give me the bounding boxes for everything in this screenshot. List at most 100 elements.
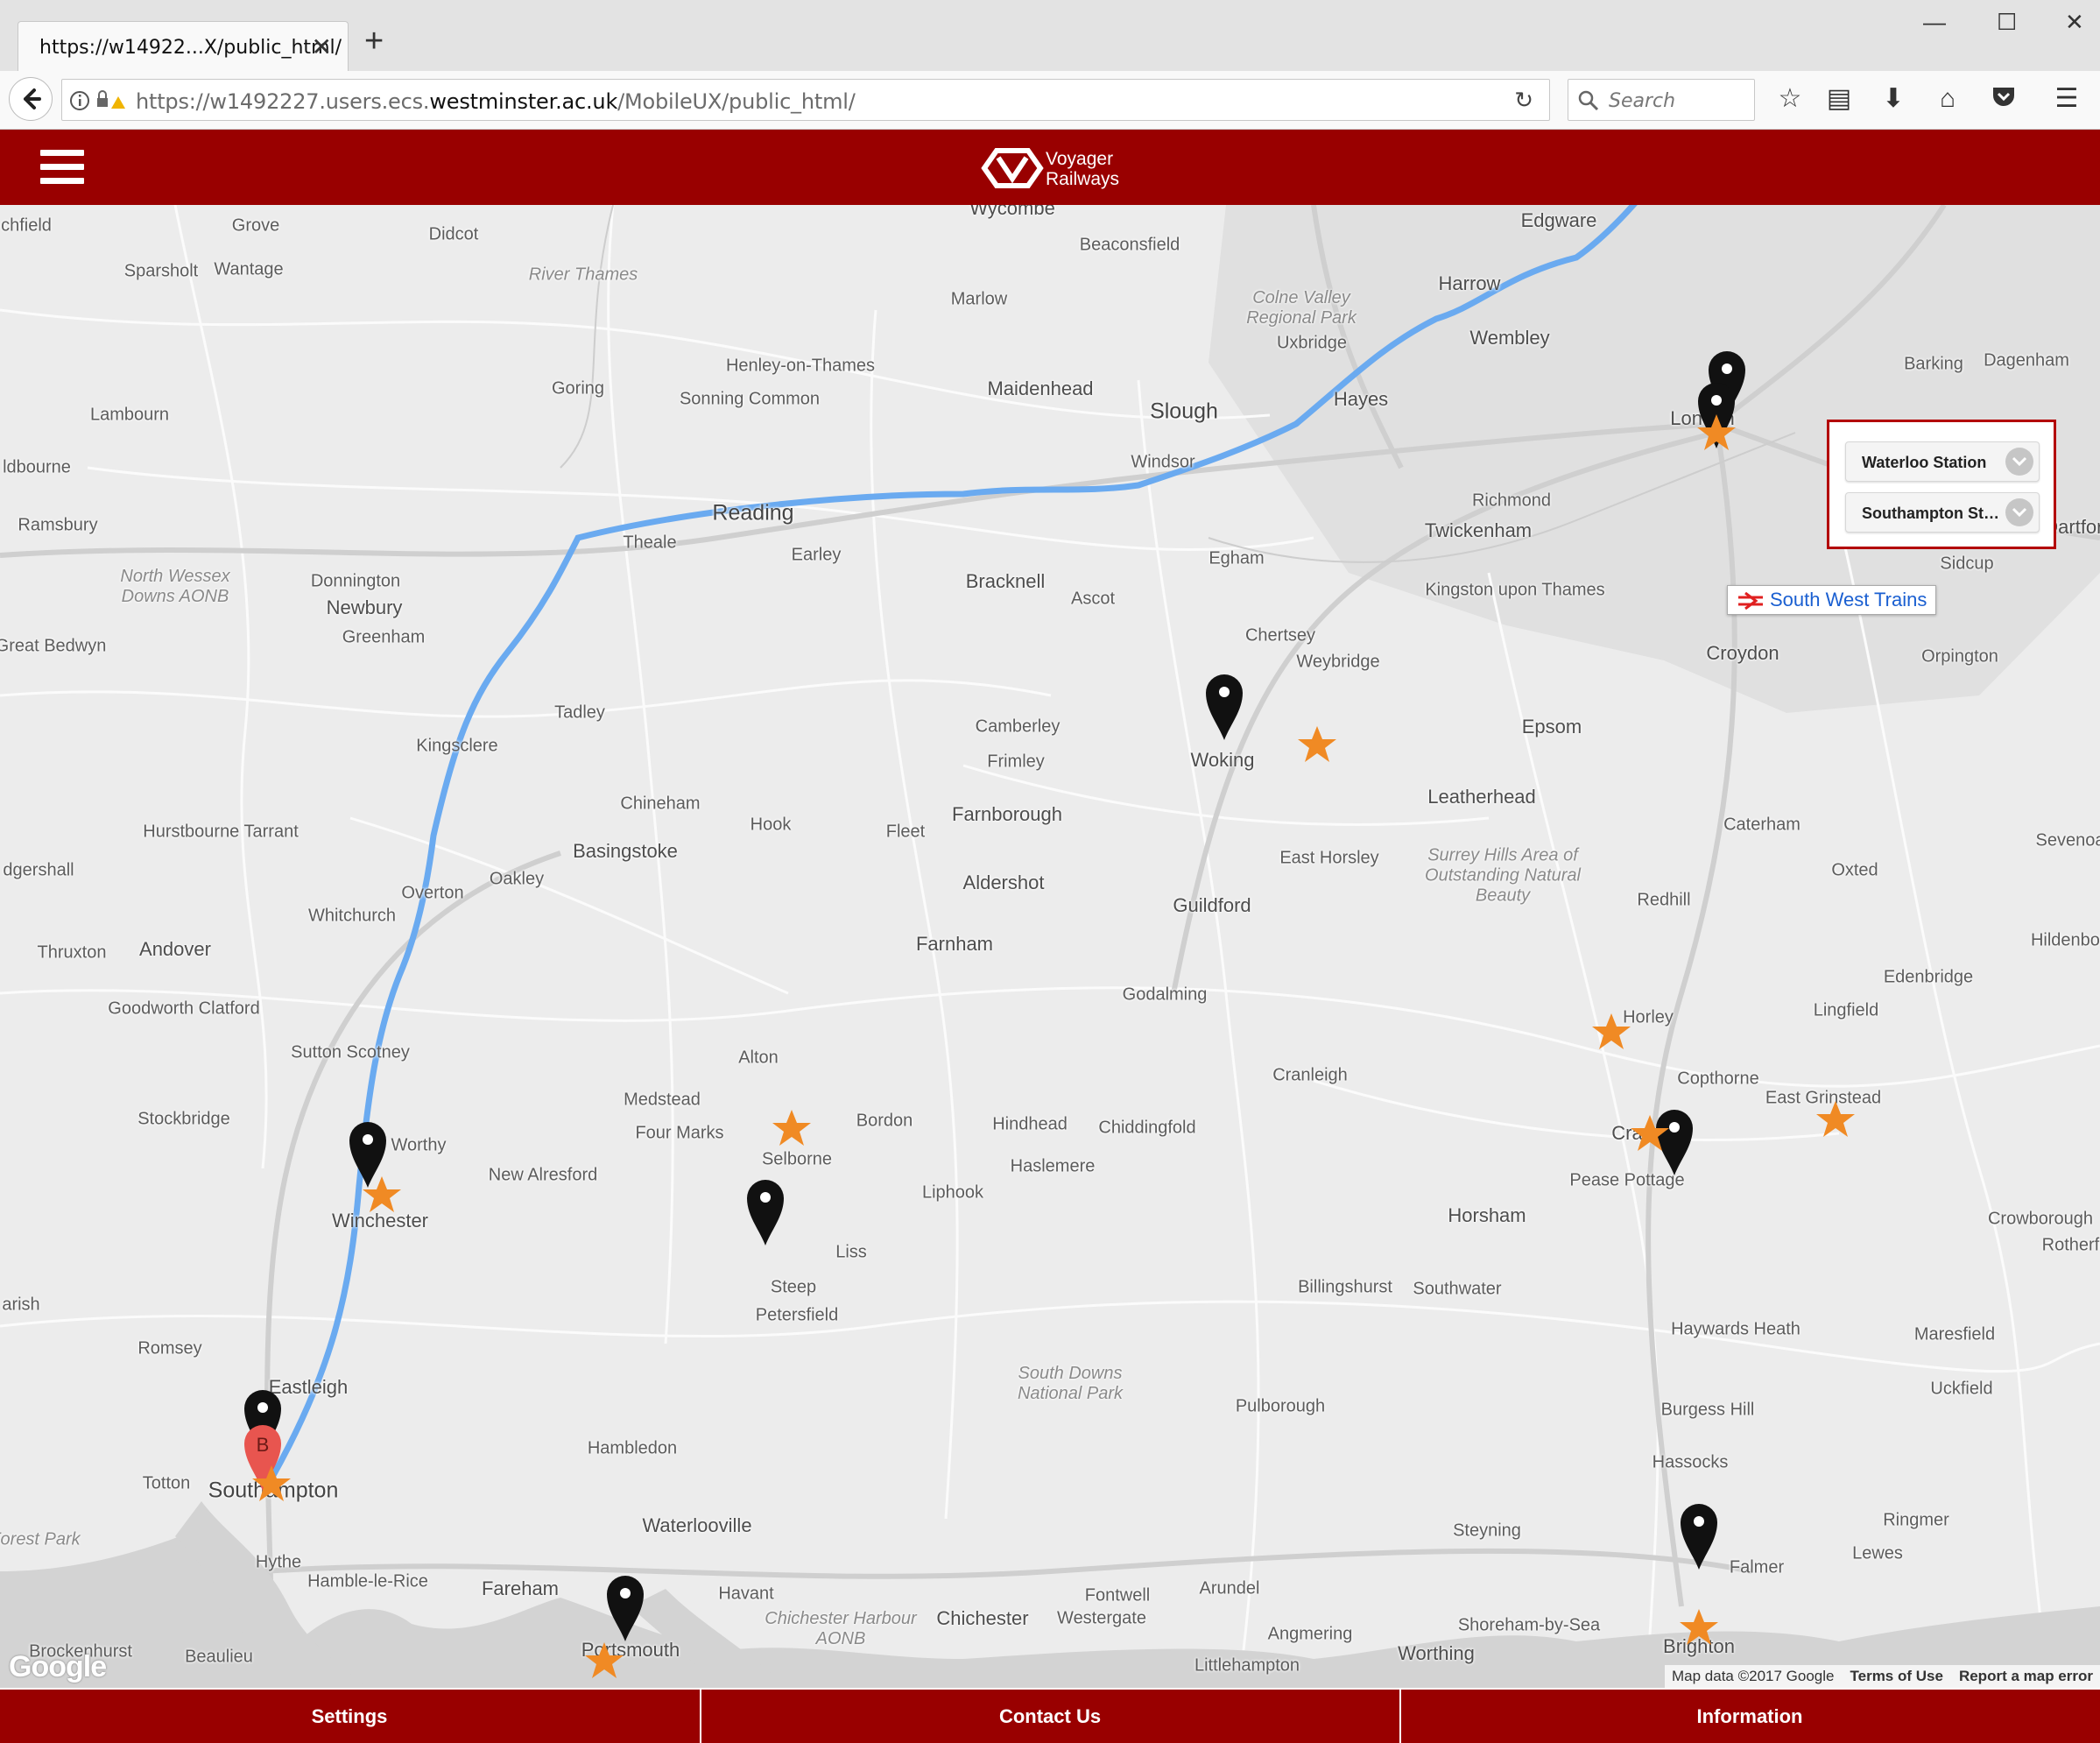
station-marker-icon[interactable] xyxy=(745,1177,786,1247)
place-label: dgershall xyxy=(3,860,74,880)
route-map[interactable]: chfield Grove Didcot Wycombe Beaconsfield Edg… xyxy=(0,205,2100,1688)
minimize-icon[interactable]: — xyxy=(1923,9,1946,36)
close-window-icon[interactable]: ✕ xyxy=(2065,9,2084,36)
place-label: Tadley xyxy=(554,702,605,723)
download-icon[interactable]: ⬇ xyxy=(1878,83,1909,115)
attraction-star-icon[interactable] xyxy=(250,1463,292,1505)
attraction-star-icon[interactable] xyxy=(1695,412,1737,454)
attraction-star-icon[interactable] xyxy=(1296,723,1338,766)
reload-icon[interactable]: ↻ xyxy=(1514,87,1533,114)
place-label: Sonning Common xyxy=(679,389,821,409)
search-icon xyxy=(1578,90,1599,111)
place-label: Fareham xyxy=(481,1577,560,1599)
reading-list-icon[interactable]: ▤ xyxy=(1823,83,1855,115)
address-bar[interactable]: https://w1492227.users.ecs.westminster.a… xyxy=(61,79,1550,121)
destination-station-select[interactable]: Southampton Sta... xyxy=(1845,492,2040,533)
place-label: Forest Park xyxy=(0,1529,81,1549)
place-label: Havant xyxy=(718,1584,774,1604)
place-label: Chichester xyxy=(936,1607,1029,1629)
place-label: Great Bedwyn xyxy=(0,636,107,656)
station-marker-icon[interactable] xyxy=(605,1573,645,1643)
place-label: Littlehampton xyxy=(1194,1655,1300,1676)
attraction-star-icon[interactable] xyxy=(583,1640,625,1682)
place-label: Totton xyxy=(142,1473,191,1493)
tab-title: https://w14922...X/public_html/ xyxy=(39,37,342,59)
place-label: Maidenhead xyxy=(987,378,1094,399)
place-label: Ascot xyxy=(1070,589,1116,609)
place-label: Orpington xyxy=(1921,646,1998,667)
settings-button[interactable]: Settings xyxy=(0,1690,699,1743)
place-label: Copthorne xyxy=(1677,1069,1759,1089)
place-label: Sidcup xyxy=(1940,554,1994,574)
attraction-star-icon[interactable] xyxy=(1678,1606,1720,1648)
report-map-error-link[interactable]: Report a map error xyxy=(1959,1668,2093,1684)
origin-station-select[interactable]: Waterloo Station xyxy=(1845,441,2040,482)
place-label: Hurstbourne Tarrant xyxy=(143,822,299,842)
back-arrow-icon xyxy=(24,88,41,109)
bookmark-star-icon[interactable]: ☆ xyxy=(1774,83,1806,115)
information-button[interactable]: Information xyxy=(1399,1690,2098,1743)
attraction-star-icon[interactable] xyxy=(1590,1011,1632,1053)
place-label: Dagenham xyxy=(1984,350,2069,370)
place-label: Theale xyxy=(623,533,677,553)
attraction-star-icon[interactable] xyxy=(1629,1112,1671,1154)
terms-of-use-link[interactable]: Terms of Use xyxy=(1850,1668,1943,1684)
url-text: https://w1492227.users.ecs.westminster.a… xyxy=(136,89,856,114)
maximize-icon[interactable]: ☐ xyxy=(1997,9,2017,36)
place-label: Hythe xyxy=(255,1552,302,1572)
logo-text: Voyager Railways xyxy=(1046,149,1120,189)
back-button[interactable] xyxy=(9,77,53,121)
chevron-down-icon[interactable] xyxy=(2005,498,2033,526)
attraction-star-icon[interactable] xyxy=(771,1107,813,1149)
place-label: Hambledon xyxy=(587,1438,678,1458)
site-info-icon[interactable] xyxy=(69,89,130,112)
place-label: Steyning xyxy=(1453,1521,1521,1541)
station-marker-icon[interactable] xyxy=(1679,1501,1719,1571)
place-label: Guildford xyxy=(1173,894,1251,916)
place-label: South Downs National Park xyxy=(1017,1364,1124,1403)
new-tab-button[interactable]: + xyxy=(364,25,384,58)
place-label: Greenham xyxy=(342,627,426,647)
search-input[interactable]: Search xyxy=(1568,79,1755,121)
pocket-icon[interactable] xyxy=(1988,83,2019,115)
national-rail-icon xyxy=(1738,592,1763,610)
home-icon[interactable]: ⌂ xyxy=(1932,83,1963,115)
attraction-star-icon[interactable] xyxy=(361,1174,403,1216)
place-label: Lingfield xyxy=(1813,1000,1879,1020)
place-label: Didcot xyxy=(428,224,479,244)
place-label: Sparsholt xyxy=(123,261,199,281)
attraction-star-icon[interactable] xyxy=(1815,1098,1857,1140)
place-label: Four Marks xyxy=(635,1123,724,1143)
contact-us-button[interactable]: Contact Us xyxy=(700,1690,1399,1743)
place-label: Goodworth Clatford xyxy=(108,999,260,1019)
hamburger-menu-icon[interactable] xyxy=(40,150,84,187)
browser-tab[interactable]: https://w14922...X/public_html/ ✕ xyxy=(18,21,349,71)
close-tab-icon[interactable]: ✕ xyxy=(312,32,332,61)
place-label: Andover xyxy=(139,938,211,960)
place-label: Richmond xyxy=(1471,490,1552,511)
place-label: Goring xyxy=(551,378,605,399)
place-label: Farnborough xyxy=(952,803,1062,825)
place-label: Billingshurst xyxy=(1298,1277,1392,1297)
browser-tab-strip: https://w14922...X/public_html/ ✕ + — ☐ … xyxy=(0,0,2100,72)
place-label: Aldershot xyxy=(962,872,1045,893)
place-label: Windsor xyxy=(1131,452,1195,472)
voyager-railways-logo: Voyager Railways xyxy=(981,144,1119,193)
place-label: Fleet xyxy=(885,822,926,842)
place-label: Donnington xyxy=(310,571,401,591)
place-label: Maresfield xyxy=(1913,1324,1996,1344)
place-label: Slough xyxy=(1150,399,1218,424)
menu-icon[interactable]: ☰ xyxy=(2051,83,2082,115)
place-label: Hildenborough xyxy=(2030,930,2100,950)
chevron-down-icon[interactable] xyxy=(2005,448,2033,476)
place-label: Oxted xyxy=(1831,860,1878,880)
place-label: Wembley xyxy=(1469,327,1550,349)
place-label: Sevenoaks xyxy=(2035,830,2100,850)
place-label: East Horsley xyxy=(1279,848,1379,868)
place-label: Waterlooville xyxy=(642,1514,752,1536)
place-label: Whitchurch xyxy=(307,906,397,926)
route-operator-label[interactable]: South West Trains xyxy=(1727,585,1937,615)
place-label: Egham xyxy=(1209,548,1265,568)
app-header: Voyager Railways xyxy=(0,130,2100,205)
station-marker-icon[interactable] xyxy=(1204,672,1244,742)
